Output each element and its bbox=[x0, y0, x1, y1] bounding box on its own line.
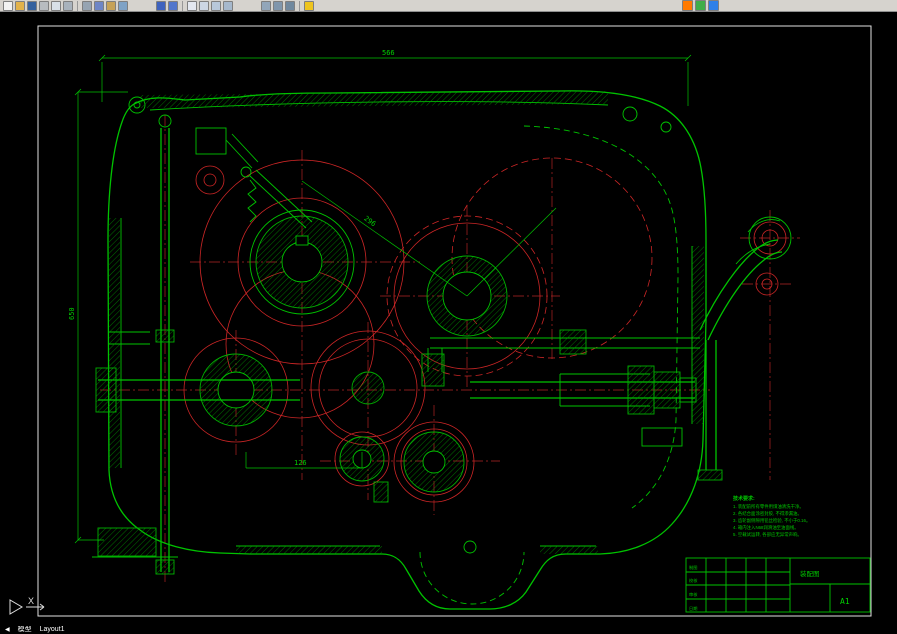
indicator-orange-icon[interactable] bbox=[682, 0, 693, 11]
note-line: 1. 装配前所有零件用煤油清洗干净。 bbox=[733, 503, 804, 510]
model-space-canvas[interactable]: 566 650 126 296 技术要求: 1. 装配前所有零件用煤油清洗干净。… bbox=[0, 12, 897, 626]
tab-model[interactable]: 模型 bbox=[18, 626, 32, 634]
selector-mechanism bbox=[195, 127, 313, 229]
redo-icon[interactable] bbox=[168, 0, 178, 11]
notes-title: 技术要求: bbox=[733, 495, 755, 502]
dim-text-566: 566 bbox=[382, 49, 395, 57]
plot-preview-icon[interactable] bbox=[51, 0, 61, 11]
indicator-blue-icon[interactable] bbox=[708, 0, 719, 11]
copy-icon[interactable] bbox=[94, 0, 104, 11]
note-line: 2. 各结合面涂密封胶, 不得渗漏油。 bbox=[733, 510, 802, 517]
tab-scroll-icon[interactable]: ◀ bbox=[5, 626, 10, 634]
note-line: 3. 齿轮副侧隙用铅丝检验, 不小于0.16。 bbox=[733, 517, 810, 524]
technical-notes: 技术要求: 1. 装配前所有零件用煤油清洗干净。 2. 各结合面涂密封胶, 不得… bbox=[733, 495, 810, 538]
dim-text-650: 650 bbox=[68, 307, 76, 320]
properties-icon[interactable] bbox=[261, 0, 271, 11]
zoom-window-icon[interactable] bbox=[211, 0, 221, 11]
help-icon[interactable] bbox=[304, 0, 314, 11]
dim-text-126: 126 bbox=[294, 459, 307, 467]
section-hatching bbox=[92, 91, 704, 558]
sheet-size-label: A1 bbox=[840, 597, 850, 606]
match-properties-icon[interactable] bbox=[118, 0, 128, 11]
shift-levers bbox=[641, 216, 792, 481]
gears-and-bearings bbox=[199, 209, 508, 554]
housing-outline bbox=[107, 90, 707, 610]
undo-icon[interactable] bbox=[156, 0, 166, 11]
title-block-cell: 校核 bbox=[689, 577, 698, 584]
paste-icon[interactable] bbox=[106, 0, 116, 11]
drawing-title: 装配图 bbox=[800, 569, 820, 578]
standard-toolbar-icons bbox=[2, 0, 341, 11]
cut-icon[interactable] bbox=[82, 0, 92, 11]
tool-palettes-icon[interactable] bbox=[285, 0, 295, 11]
dim-text-296: 296 bbox=[362, 214, 377, 228]
shafts bbox=[95, 114, 700, 575]
title-block-cell: 审核 bbox=[689, 591, 698, 598]
title-block-cell: 日期 bbox=[689, 606, 697, 612]
indicator-green-icon[interactable] bbox=[695, 0, 706, 11]
save-icon[interactable] bbox=[27, 0, 37, 11]
hidden-lines bbox=[419, 125, 679, 605]
note-line: 5. 空载试运转, 各部应无异常声响。 bbox=[733, 531, 802, 538]
toolbar-separator bbox=[77, 0, 78, 11]
toolbar-separator bbox=[299, 0, 300, 11]
toolbar-separator bbox=[182, 0, 183, 11]
note-line: 4. 箱内注入N68润滑油至油面线。 bbox=[733, 524, 799, 531]
qnew-icon[interactable] bbox=[3, 0, 13, 11]
plot-icon[interactable] bbox=[39, 0, 49, 11]
ucs-icon: X bbox=[9, 596, 45, 615]
pan-realtime-icon[interactable] bbox=[187, 0, 197, 11]
zoom-realtime-icon[interactable] bbox=[199, 0, 209, 11]
publish-icon[interactable] bbox=[63, 0, 73, 11]
drawing-canvas[interactable]: 566 650 126 296 技术要求: 1. 装配前所有零件用煤油清洗干净。… bbox=[0, 12, 897, 626]
overlay-indicators bbox=[681, 0, 720, 11]
toolbar-gap bbox=[315, 5, 341, 6]
toolbar-gap bbox=[234, 5, 260, 6]
ucs-x-label: X bbox=[28, 596, 34, 606]
title-block: 制图 校核 审核 日期 装配图 A1 bbox=[685, 557, 871, 613]
toolbar-gap bbox=[129, 5, 155, 6]
layout-tabbar: ◀ 模型 Layout1 bbox=[0, 626, 897, 634]
open-icon[interactable] bbox=[15, 0, 25, 11]
standard-toolbar bbox=[0, 0, 897, 12]
zoom-previous-icon[interactable] bbox=[223, 0, 233, 11]
title-block-cell: 制图 bbox=[689, 564, 697, 571]
designcenter-icon[interactable] bbox=[273, 0, 283, 11]
tab-layout1[interactable]: Layout1 bbox=[40, 626, 65, 634]
